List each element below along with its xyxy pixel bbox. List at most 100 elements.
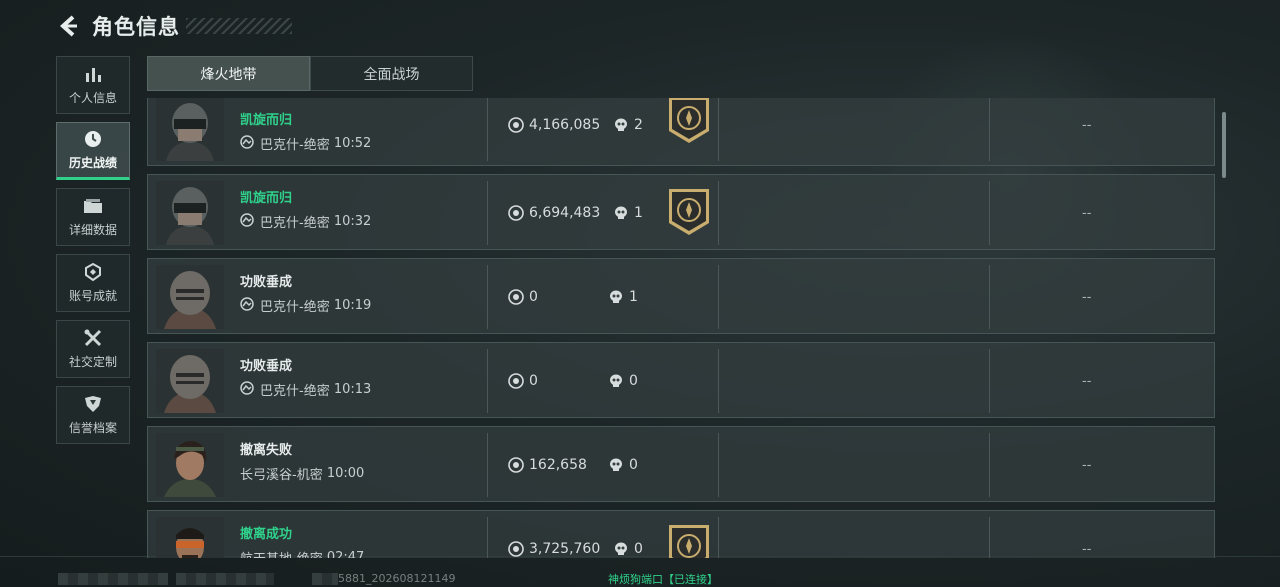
nav-label: 信誉档案 — [68, 421, 117, 435]
skull-icon — [615, 206, 627, 219]
match-info: 凯旋而归 巴克什-绝密 10:52 — [240, 109, 371, 153]
operator-portrait — [156, 433, 224, 497]
match-result: 功败垂成 — [240, 275, 293, 290]
match-time: 10:32 — [333, 214, 372, 229]
skull-icon — [615, 542, 627, 555]
match-time: 10:13 — [333, 382, 372, 397]
match-time: 10:52 — [333, 136, 372, 151]
medal-badge[interactable] — [666, 523, 712, 558]
page-title: 角色信息 — [92, 15, 180, 39]
folder-icon — [84, 199, 102, 213]
nav-label: 历史战绩 — [68, 156, 117, 170]
match-row[interactable]: 撤离失败 长弓溪谷-机密 10:00 162,658 0 -- — [147, 426, 1215, 502]
header: 角色信息 — [56, 10, 180, 42]
medal-icon — [669, 189, 709, 235]
match-row[interactable]: 功败垂成 巴克什-绝密 10:19 0 1 -- — [147, 258, 1215, 334]
operator-portrait — [156, 181, 224, 245]
nav-label: 详细数据 — [68, 223, 117, 237]
map-name: 巴克什-绝密 — [260, 216, 330, 231]
map-icon — [240, 212, 254, 231]
match-row[interactable]: 功败垂成 巴克什-绝密 10:13 0 0 -- — [147, 342, 1215, 418]
bar-chart-icon — [86, 68, 101, 82]
connection-status: 神烦狗端口【已连接】 — [608, 573, 718, 586]
match-time: 10:00 — [326, 466, 365, 481]
footer: 5881_202608121149 神烦狗端口【已连接】 — [0, 570, 1280, 587]
medal-badge[interactable] — [666, 187, 712, 241]
skull-icon — [615, 118, 627, 131]
match-row[interactable]: 撤离成功 航天基地-绝密 02:47 3,725,760 0 -- — [147, 510, 1215, 558]
nav-label: 账号成就 — [68, 289, 117, 303]
blurred-info — [58, 573, 168, 585]
coin-icon — [508, 373, 524, 389]
blurred-info — [312, 573, 338, 585]
back-button[interactable] — [56, 10, 80, 42]
extra-value: -- — [1082, 373, 1092, 389]
kill-count: 1 — [608, 259, 638, 335]
tab-full-battlefield[interactable]: 全面战场 — [310, 56, 473, 91]
map-icon — [240, 380, 254, 399]
map-name: 巴克什-绝密 — [260, 384, 330, 399]
kill-count: 2 — [613, 98, 643, 163]
match-info: 撤离成功 航天基地-绝密 02:47 — [240, 523, 364, 558]
badge-icon — [85, 262, 101, 282]
match-time: 10:19 — [333, 298, 372, 313]
operator-portrait — [156, 517, 224, 558]
extra-value: -- — [1082, 117, 1092, 133]
map-name: 巴克什-绝密 — [260, 300, 330, 315]
haul-value: 6,694,483 — [508, 175, 600, 251]
coin-icon — [508, 205, 524, 221]
list-scrollbar[interactable] — [1222, 112, 1226, 178]
medal-icon — [669, 525, 709, 558]
match-info: 撤离失败 长弓溪谷-机密 10:00 — [240, 439, 364, 483]
kill-count: 1 — [613, 175, 643, 251]
nav-label: 社交定制 — [68, 355, 117, 369]
haul-value: 0 — [508, 259, 538, 335]
match-result: 撤离成功 — [240, 527, 293, 542]
clock-icon — [85, 131, 101, 147]
match-result: 功败垂成 — [240, 359, 293, 374]
operator-portrait — [156, 349, 224, 413]
map-name: 巴克什-绝密 — [260, 138, 330, 153]
skull-icon — [610, 290, 622, 303]
kill-count: 0 — [613, 511, 643, 558]
nav-item-social[interactable]: 社交定制 — [56, 320, 130, 378]
nav-item-history[interactable]: 历史战绩 — [56, 122, 130, 180]
extra-value: -- — [1082, 457, 1092, 473]
medal-badge[interactable] — [666, 98, 712, 149]
match-row[interactable]: 凯旋而归 巴克什-绝密 10:52 4,166,085 2 -- — [147, 98, 1215, 166]
blurred-info — [176, 573, 274, 585]
nav-item-achievements[interactable]: 账号成就 — [56, 254, 130, 312]
match-result: 撤离失败 — [240, 443, 293, 458]
nav-item-profile[interactable]: 个人信息 — [56, 56, 130, 114]
map-icon — [240, 296, 254, 315]
match-row[interactable]: 凯旋而归 巴克什-绝密 10:32 6,694,483 1 -- — [147, 174, 1215, 250]
back-arrow-icon — [60, 15, 77, 37]
map-icon — [240, 134, 254, 153]
match-result: 凯旋而归 — [240, 191, 293, 206]
nav-item-reputation[interactable]: 信誉档案 — [56, 386, 130, 444]
map-name: 航天基地-绝密 — [240, 548, 323, 558]
coin-icon — [508, 457, 524, 473]
extra-value: -- — [1082, 205, 1092, 221]
coin-icon — [508, 289, 524, 305]
haul-value: 162,658 — [508, 427, 587, 503]
coin-icon — [508, 541, 524, 557]
title-decoration — [186, 18, 292, 34]
side-nav: 个人信息 历史战绩 详细数据 账号成就 社交定制 信誉档案 — [56, 56, 130, 452]
shield-icon — [85, 396, 101, 412]
nav-item-details[interactable]: 详细数据 — [56, 188, 130, 246]
match-info: 功败垂成 巴克什-绝密 10:19 — [240, 271, 371, 315]
build-id: 5881_202608121149 — [338, 572, 456, 585]
haul-value: 4,166,085 — [508, 98, 600, 163]
skull-icon — [610, 374, 622, 387]
medal-icon — [669, 98, 709, 143]
match-info: 功败垂成 巴克什-绝密 10:13 — [240, 355, 371, 399]
match-info: 凯旋而归 巴克什-绝密 10:32 — [240, 187, 371, 231]
match-history-list: 凯旋而归 巴克什-绝密 10:52 4,166,085 2 -- 凯旋而归 巴克… — [147, 98, 1217, 558]
match-time: 02:47 — [326, 550, 365, 558]
kill-count: 0 — [608, 343, 638, 419]
tab-hazard-zone[interactable]: 烽火地带 — [147, 56, 310, 91]
haul-value: 0 — [508, 343, 538, 419]
haul-value: 3,725,760 — [508, 511, 600, 558]
mode-tabs: 烽火地带 全面战场 — [147, 56, 473, 91]
